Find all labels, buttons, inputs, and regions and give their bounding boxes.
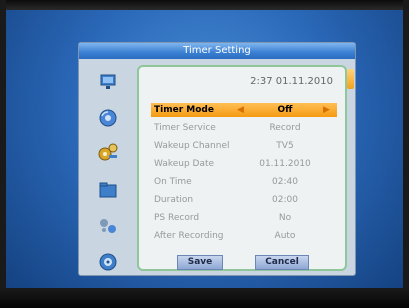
on-time-row[interactable]: On Time 02:40 bbox=[151, 175, 337, 189]
row-label: Timer Mode bbox=[154, 105, 214, 115]
timer-settings-panel: 2:37 01.11.2010 Timer Mode ◀ Off ▶ Timer… bbox=[137, 65, 347, 271]
scrollbar-thumb[interactable] bbox=[347, 69, 354, 89]
row-value: 01.11.2010 bbox=[259, 159, 311, 169]
row-value: 02:40 bbox=[272, 177, 298, 187]
row-label: On Time bbox=[154, 177, 192, 187]
row-value: No bbox=[278, 213, 292, 223]
timer-setting-window: Timer Setting 2:37 01.11.2010 Timer Mode… bbox=[78, 42, 356, 276]
monitor-icon[interactable] bbox=[97, 71, 119, 93]
row-label: PS Record bbox=[154, 213, 200, 223]
current-datetime: 2:37 01.11.2010 bbox=[250, 76, 333, 87]
row-label: After Recording bbox=[154, 231, 224, 241]
wakeup-channel-row[interactable]: Wakeup Channel TV5 bbox=[151, 139, 337, 153]
screen-bezel-bottom bbox=[0, 288, 409, 308]
row-label: Wakeup Date bbox=[154, 159, 215, 169]
duration-row[interactable]: Duration 02:00 bbox=[151, 193, 337, 207]
save-button[interactable]: Save bbox=[177, 255, 223, 270]
screen-bezel-left bbox=[0, 0, 6, 308]
row-value: 02:00 bbox=[272, 195, 298, 205]
row-label: Timer Service bbox=[154, 123, 216, 133]
row-value: Record bbox=[269, 123, 301, 133]
cancel-button[interactable]: Cancel bbox=[255, 255, 309, 270]
after-recording-row[interactable]: After Recording Auto bbox=[151, 229, 337, 243]
folder-icon[interactable] bbox=[97, 179, 119, 201]
row-value: Auto bbox=[274, 231, 296, 241]
tools-icon[interactable] bbox=[97, 141, 119, 163]
media-icon[interactable] bbox=[97, 215, 119, 237]
screen-bezel-top bbox=[0, 0, 409, 10]
arrow-right-icon[interactable]: ▶ bbox=[323, 103, 330, 117]
arrow-left-icon[interactable]: ◀ bbox=[237, 103, 244, 117]
disc-icon[interactable] bbox=[97, 107, 119, 129]
row-value: Off bbox=[277, 105, 293, 115]
wakeup-date-row[interactable]: Wakeup Date 01.11.2010 bbox=[151, 157, 337, 171]
info-icon[interactable] bbox=[97, 251, 119, 273]
ps-record-row[interactable]: PS Record No bbox=[151, 211, 337, 225]
window-title: Timer Setting bbox=[79, 43, 355, 59]
timer-mode-row[interactable]: Timer Mode ◀ Off ▶ bbox=[151, 103, 337, 117]
row-label: Duration bbox=[154, 195, 194, 205]
row-label: Wakeup Channel bbox=[154, 141, 230, 151]
screen-bezel-right bbox=[403, 0, 409, 308]
menu-sidebar bbox=[79, 59, 137, 275]
timer-service-row[interactable]: Timer Service Record bbox=[151, 121, 337, 135]
row-value: TV5 bbox=[276, 141, 294, 151]
